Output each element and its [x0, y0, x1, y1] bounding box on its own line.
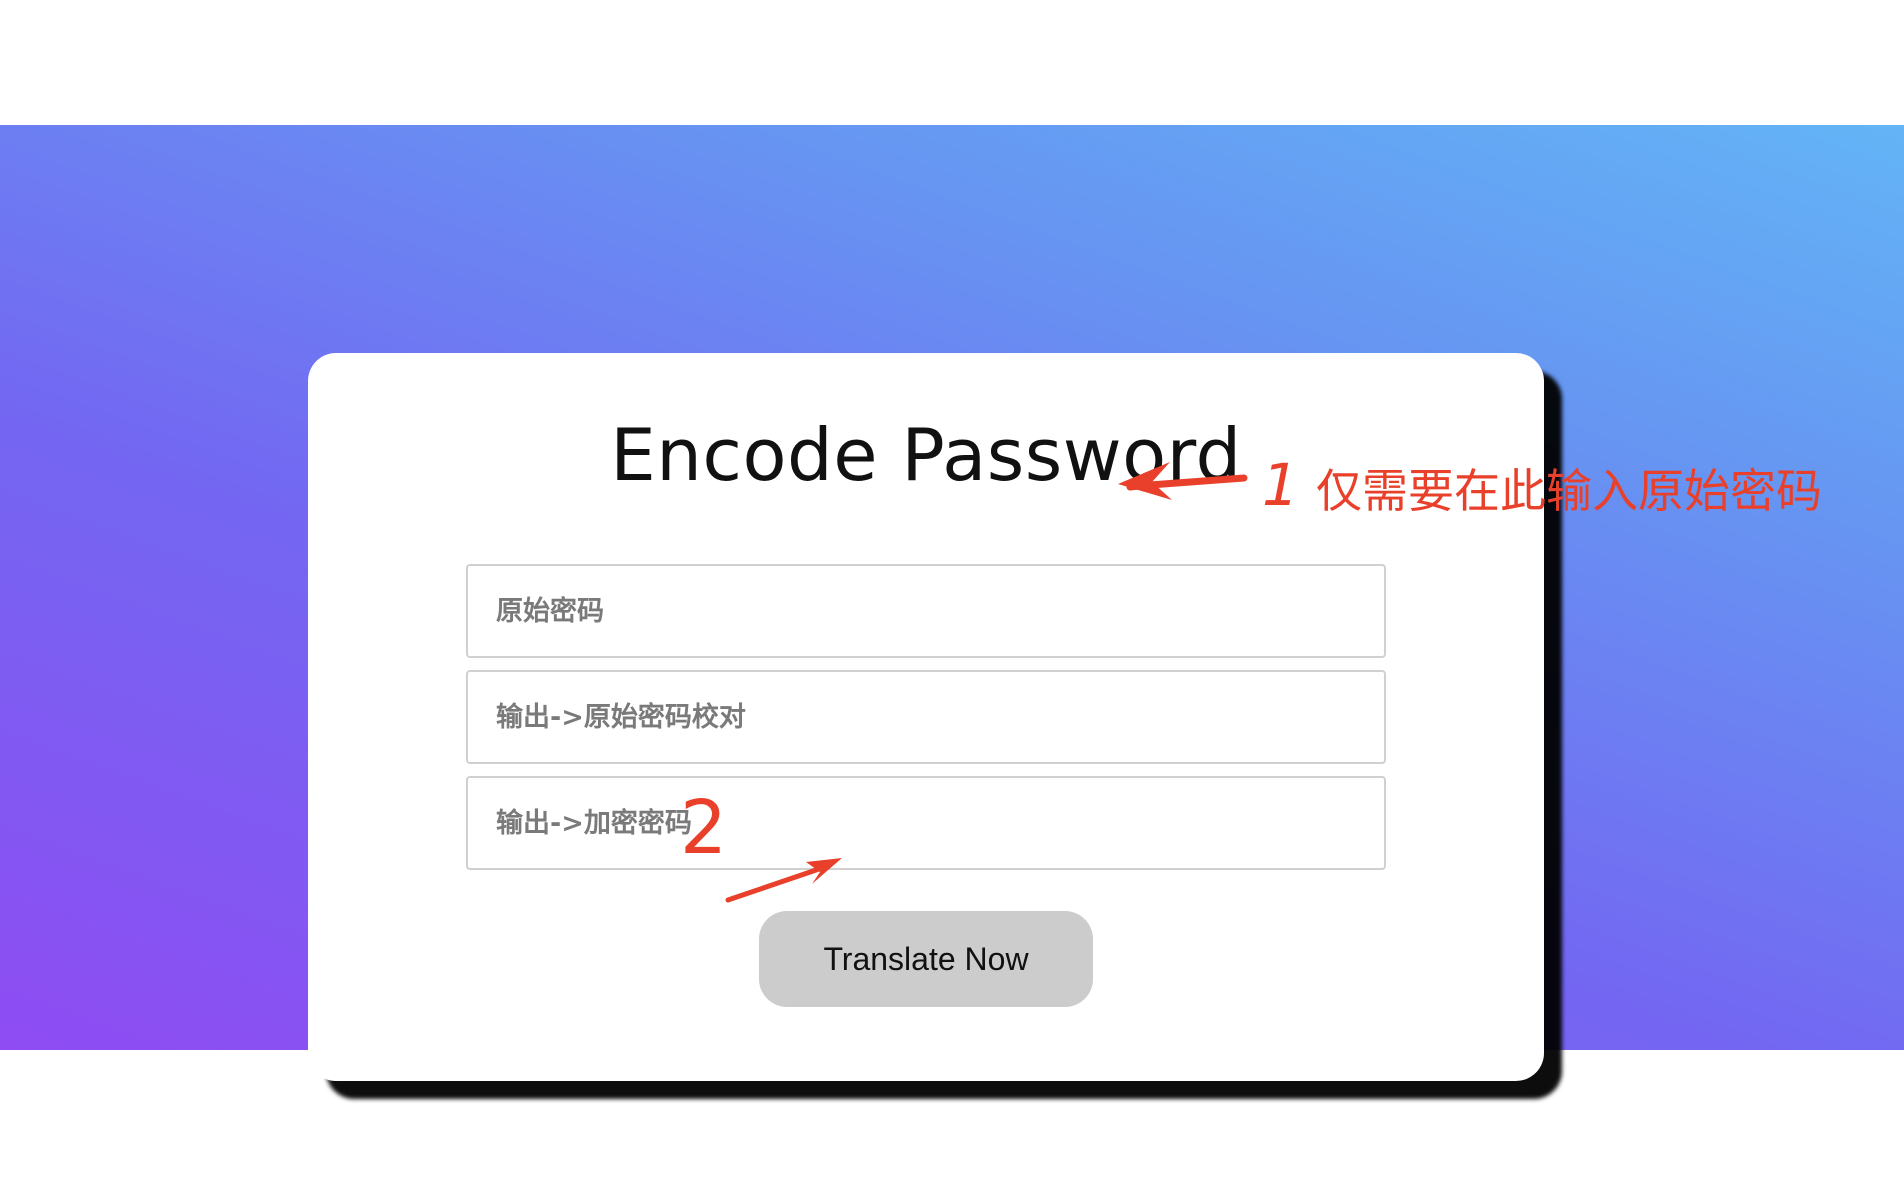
- translate-now-button[interactable]: Translate Now: [759, 911, 1093, 1007]
- gradient-background: Encode Password Translate Now: [0, 125, 1904, 1081]
- output-check-field[interactable]: [466, 670, 1386, 764]
- step-1-note: 仅需要在此输入原始密码: [1316, 464, 1822, 518]
- original-password-input[interactable]: [466, 564, 1386, 658]
- output-encrypted-field[interactable]: [466, 776, 1386, 870]
